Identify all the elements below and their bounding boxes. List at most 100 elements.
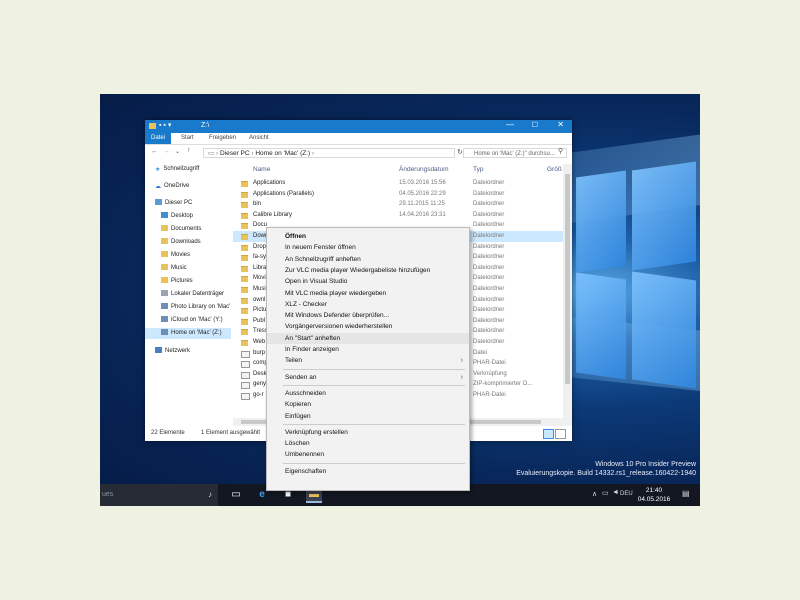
- menu-item-label: Zur VLC media player Wiedergabeliste hin…: [285, 266, 431, 274]
- nav-item-desktop[interactable]: Desktop: [161, 211, 231, 222]
- minimize-button[interactable]: —: [506, 120, 514, 129]
- menu-item-label: Umbenennen: [285, 451, 325, 459]
- breadcrumb-segment[interactable]: Dieser PC: [220, 150, 250, 157]
- file-type: Dateiordner: [473, 307, 505, 314]
- menu-item-label: Mit Windows Defender überprüfen...: [285, 312, 390, 320]
- file-name: Libra: [253, 264, 267, 271]
- column-header-size[interactable]: Größ: [547, 164, 562, 176]
- title-bar[interactable]: ▪ ▪ ▾ Z:\ — ☐ ✕: [145, 120, 572, 133]
- file-name: Applications: [253, 180, 286, 186]
- menu-item[interactable]: Öffnen: [267, 231, 469, 242]
- menu-item[interactable]: Teilen ›: [267, 355, 469, 366]
- address-field[interactable]: ▭ › Dieser PC › Home on 'Mac' (Z:) ›: [203, 148, 455, 158]
- network-drive-icon: [161, 329, 168, 336]
- folder-icon: [241, 297, 248, 304]
- recent-locations-icon[interactable]: ⌄: [175, 148, 180, 155]
- network-drive-icon: [161, 316, 168, 323]
- menu-item[interactable]: Verknüpfung erstellen: [267, 427, 469, 438]
- network-icon[interactable]: ▭: [602, 489, 609, 497]
- file-row[interactable]: bin 29.11.2015 11:25 Dateiordner: [233, 199, 563, 210]
- search-icon: ⚲: [558, 148, 564, 155]
- tab-ansicht[interactable]: Ansicht: [243, 133, 275, 144]
- chevron-up-icon[interactable]: ∧: [592, 490, 597, 498]
- nav-item-photo-library[interactable]: Photo Library on 'Mac': [161, 302, 231, 313]
- close-button[interactable]: ✕: [557, 120, 564, 129]
- nav-item-lokaler-datentraeger[interactable]: Lokaler Datenträger: [161, 289, 231, 300]
- nav-item-downloads[interactable]: Downloads: [161, 237, 231, 248]
- menu-item[interactable]: In neuem Fenster öffnen: [267, 242, 469, 253]
- search-input[interactable]: Home on 'Mac' (Z:)" durchsu...: [463, 148, 567, 158]
- maximize-button[interactable]: ☐: [532, 121, 538, 129]
- nav-item-schnellzugriff[interactable]: ★ Schnellzugriff: [155, 164, 231, 175]
- forward-icon[interactable]: →: [163, 148, 170, 155]
- file-name: Pictu: [253, 307, 267, 314]
- file-row[interactable]: Applications (Parallels) 04.05.2016 22:29…: [233, 189, 563, 200]
- nav-item-onedrive[interactable]: ☁ OneDrive: [155, 181, 231, 192]
- menu-item[interactable]: Umbenennen: [267, 449, 469, 460]
- cloud-icon: ☁: [155, 184, 161, 191]
- menu-item-label: In neuem Fenster öffnen: [285, 244, 356, 252]
- file-icon: [241, 361, 250, 369]
- menu-item[interactable]: Mit VLC media player wiedergeben: [267, 288, 469, 299]
- nav-item-music[interactable]: Music: [161, 263, 231, 274]
- menu-item[interactable]: Senden an ›: [267, 372, 469, 383]
- menu-item[interactable]: In Finder anzeigen: [267, 344, 469, 355]
- folder-icon: [161, 264, 168, 271]
- vertical-scrollbar[interactable]: [563, 164, 572, 426]
- column-header-type[interactable]: Typ: [473, 164, 483, 176]
- folder-icon: [241, 181, 248, 187]
- menu-item[interactable]: An "Start" anheften: [267, 332, 469, 344]
- up-icon[interactable]: ↑: [187, 147, 191, 154]
- star-icon: ★: [155, 167, 161, 174]
- tab-datei[interactable]: Datei: [145, 133, 172, 144]
- task-view-icon[interactable]: ▭: [228, 487, 244, 503]
- menu-item[interactable]: Kopieren: [267, 399, 469, 410]
- language-indicator[interactable]: DEU: [620, 491, 633, 497]
- tiles-view-icon[interactable]: [555, 429, 566, 439]
- scrollbar-thumb[interactable]: [565, 174, 570, 384]
- nav-item-netzwerk[interactable]: Netzwerk: [155, 346, 231, 357]
- menu-item[interactable]: Löschen: [267, 438, 469, 449]
- tab-start[interactable]: Start: [175, 133, 200, 144]
- breadcrumb-segment[interactable]: Home on 'Mac' (Z:): [255, 150, 310, 157]
- folder-icon: [241, 287, 248, 293]
- nav-item-documents[interactable]: Documents: [161, 224, 231, 235]
- nav-label: Lokaler Datenträger: [171, 291, 225, 297]
- file-type: Dateiordner: [473, 275, 505, 282]
- column-header-date[interactable]: Änderungsdatum: [399, 164, 449, 176]
- nav-item-home-on-mac[interactable]: Home on 'Mac' (Z:): [145, 328, 231, 339]
- refresh-icon[interactable]: ↻: [457, 148, 463, 156]
- file-row[interactable]: Calibre Library 14.04.2016 23:31 Dateiordn…: [233, 210, 563, 221]
- column-header-name[interactable]: Name: [253, 164, 270, 176]
- menu-item[interactable]: Einfügen: [267, 411, 469, 422]
- menu-item[interactable]: Vorgängerversionen wiederherstellen: [267, 321, 469, 332]
- menu-item-label: XLZ - Checker: [285, 300, 327, 308]
- notifications-icon[interactable]: ▤: [682, 489, 690, 498]
- menu-item[interactable]: Eigenschaften: [267, 466, 469, 477]
- volume-icon[interactable]: ◄: [612, 489, 619, 496]
- file-name: Drop: [253, 243, 267, 250]
- nav-label: Pictures: [171, 278, 193, 284]
- cortana-search-box[interactable]: ues ♪: [100, 484, 218, 506]
- menu-item[interactable]: An Schnellzugriff anheften: [267, 254, 469, 265]
- file-row[interactable]: Applications 15.03.2016 15:56 Dateiordner: [233, 178, 563, 189]
- file-name: Web: [253, 339, 266, 345]
- file-type: Verknüpfung: [473, 370, 507, 377]
- back-icon[interactable]: ←: [151, 148, 158, 155]
- nav-item-icloud[interactable]: iCloud on 'Mac' (Y:): [161, 315, 231, 326]
- microphone-icon[interactable]: ♪: [208, 484, 212, 506]
- clock[interactable]: 21:40 04.05.2016: [636, 486, 672, 504]
- nav-item-dieser-pc[interactable]: Dieser PC: [155, 198, 231, 209]
- menu-item[interactable]: Zur VLC media player Wiedergabeliste hin…: [267, 265, 469, 276]
- menu-item[interactable]: Mit Windows Defender überprüfen...: [267, 310, 469, 321]
- menu-item[interactable]: XLZ - Checker: [267, 299, 469, 310]
- file-name: Calibre Library: [253, 211, 293, 218]
- details-view-icon[interactable]: [543, 429, 554, 439]
- nav-item-pictures[interactable]: Pictures: [161, 276, 231, 287]
- menu-item[interactable]: Open in Visual Studio: [267, 276, 469, 287]
- menu-item[interactable]: Ausschneiden: [267, 388, 469, 399]
- tab-freigeben[interactable]: Freigeben: [203, 133, 242, 144]
- nav-label: Movies: [171, 252, 191, 258]
- nav-item-movies[interactable]: Movies: [161, 250, 231, 261]
- quick-access-toolbar[interactable]: ▪ ▪ ▾: [159, 121, 171, 129]
